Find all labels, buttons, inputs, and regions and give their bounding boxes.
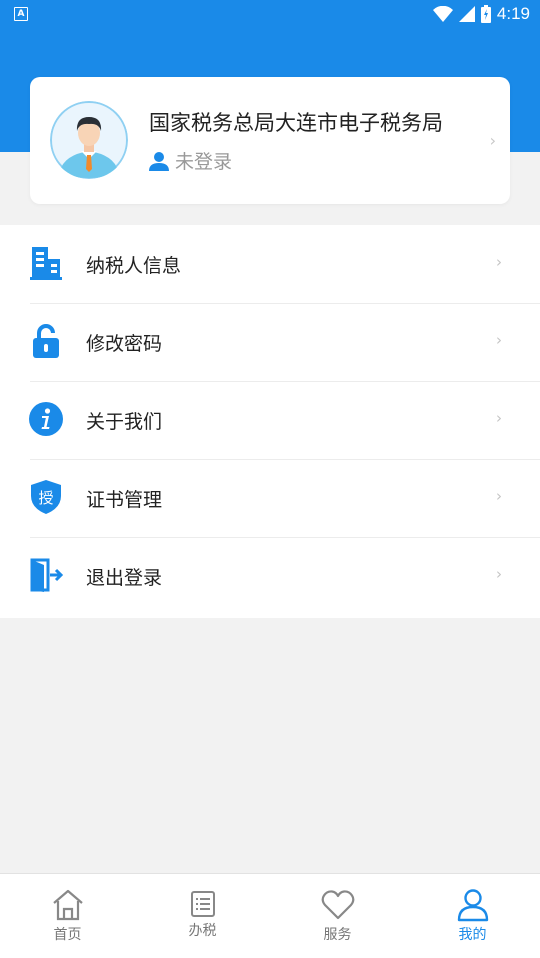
user-icon [149, 151, 169, 171]
status-bar-right: 4:19 [432, 4, 530, 24]
lock-icon [33, 324, 59, 358]
menu-item-label: 纳税人信息 [86, 255, 182, 277]
tab-service[interactable]: 服务 [270, 874, 405, 958]
home-icon [52, 889, 83, 921]
clock: 4:19 [496, 4, 530, 23]
chevron-right-icon: › [496, 331, 502, 349]
status-bar: A 4:19 [0, 0, 540, 28]
avatar[interactable] [50, 101, 128, 179]
chevron-right-icon: › [489, 131, 496, 150]
menu-list: 纳税人信息 › 修改密码 › 关于我们 › 授 证书管理 › 退出登录 › [0, 225, 540, 618]
tab-home[interactable]: 首页 [0, 874, 135, 958]
tab-label: 首页 [53, 927, 82, 943]
tab-mine[interactable]: 我的 [405, 874, 540, 958]
building-icon [30, 247, 62, 280]
menu-item-logout[interactable]: 退出登录 › [0, 537, 540, 615]
chevron-right-icon: › [496, 253, 502, 271]
certificate-char: 授 [38, 489, 53, 507]
chevron-right-icon: › [496, 487, 502, 505]
logout-door-icon [30, 558, 64, 592]
profile-card[interactable]: 国家税务总局大连市电子税务局 未登录 › [30, 77, 510, 204]
menu-item-taxpayer-info[interactable]: 纳税人信息 › [0, 225, 540, 303]
person-icon [457, 889, 488, 922]
menu-item-label: 修改密码 [86, 333, 163, 355]
login-status-label: 未登录 [175, 151, 233, 173]
menu-item-label: 退出登录 [86, 567, 163, 589]
notification-icon: A [14, 7, 28, 21]
menu-item-about-us[interactable]: 关于我们 › [0, 381, 540, 459]
list-icon [190, 891, 215, 917]
menu-item-certificate-management[interactable]: 授 证书管理 › [0, 459, 540, 537]
heart-icon [321, 890, 354, 920]
avatar-person-icon [50, 101, 128, 179]
org-name: 国家税务总局大连市电子税务局 [149, 111, 443, 135]
login-status[interactable]: 未登录 [149, 147, 232, 174]
battery-icon [480, 5, 491, 23]
info-icon [29, 402, 63, 436]
tab-label: 服务 [323, 927, 352, 943]
certificate-shield-icon: 授 [31, 480, 61, 514]
menu-item-label: 关于我们 [86, 411, 163, 433]
tab-label: 办税 [188, 923, 217, 939]
menu-item-label: 证书管理 [86, 489, 163, 511]
signal-icon [458, 6, 475, 22]
menu-item-change-password[interactable]: 修改密码 › [0, 303, 540, 381]
chevron-right-icon: › [496, 565, 502, 583]
bottom-tab-bar: 首页 办税 服务 我的 [0, 873, 540, 958]
chevron-right-icon: › [496, 409, 502, 427]
wifi-icon [432, 6, 453, 22]
tab-tax[interactable]: 办税 [135, 874, 270, 958]
tab-label: 我的 [458, 927, 487, 943]
